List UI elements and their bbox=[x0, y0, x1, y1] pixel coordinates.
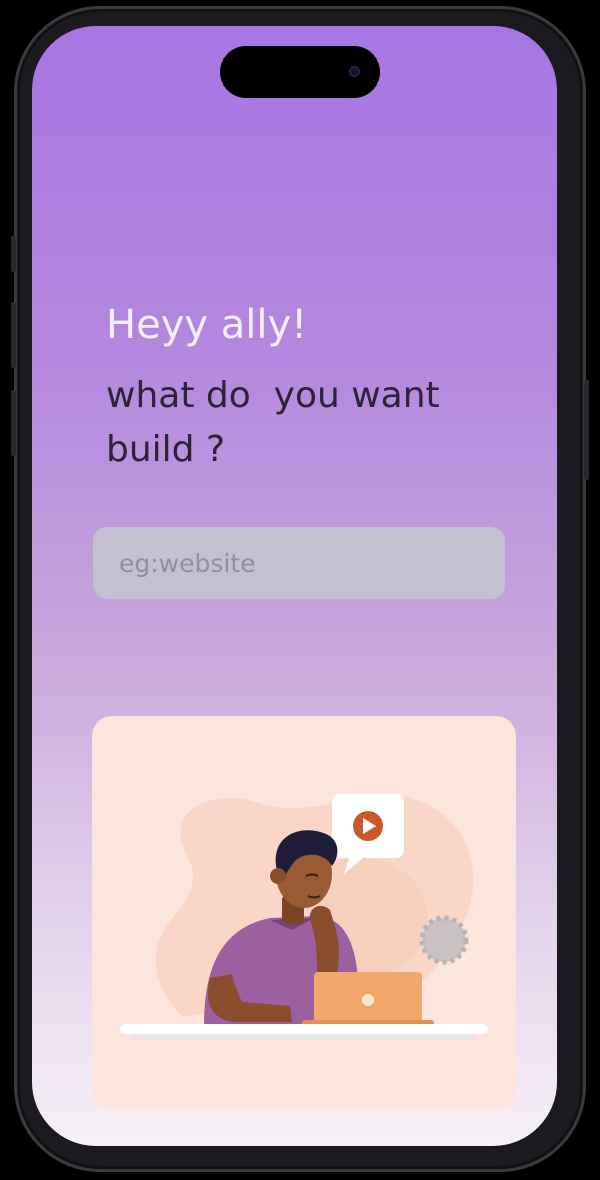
action-button bbox=[11, 236, 16, 272]
question-text: what do you want build ? bbox=[106, 375, 440, 470]
app-screen: Heyy ally! what do you want build ? bbox=[32, 26, 557, 1146]
power-button bbox=[584, 380, 589, 480]
desk bbox=[120, 1024, 488, 1034]
volume-down-button bbox=[11, 390, 16, 456]
dynamic-island bbox=[220, 46, 380, 98]
illustration-card bbox=[92, 716, 516, 1110]
front-camera bbox=[349, 66, 360, 77]
project-type-input[interactable] bbox=[93, 527, 505, 599]
greeting-text: Heyy ally! bbox=[106, 302, 308, 348]
volume-up-button bbox=[11, 302, 16, 368]
person-laptop-illustration bbox=[120, 794, 488, 1040]
gear-icon bbox=[419, 915, 469, 965]
